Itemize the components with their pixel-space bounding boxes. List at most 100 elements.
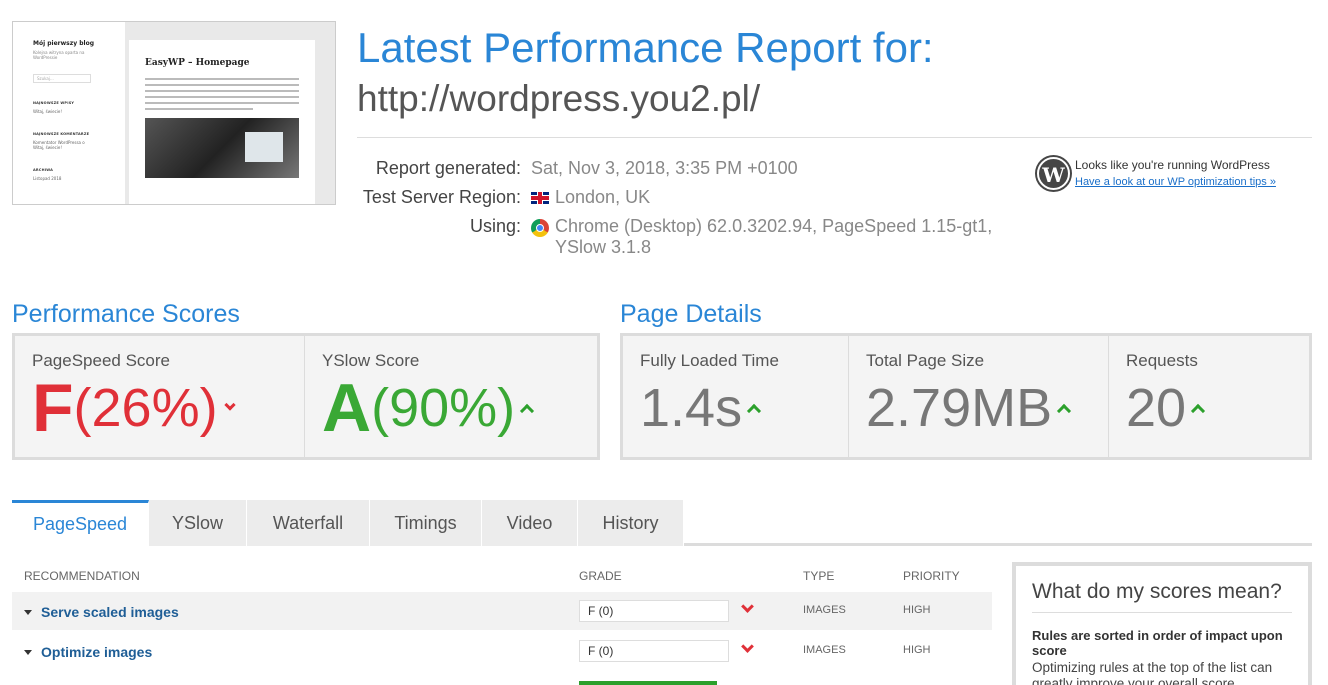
scores-explainer-title: What do my scores mean? — [1032, 580, 1292, 613]
using-label: Using: — [469, 216, 521, 236]
report-url: http://wordpress.you2.pl/ — [357, 78, 761, 119]
thumbnail-text-line — [145, 96, 299, 98]
requests: 20 — [1126, 375, 1309, 441]
grade-bar-green — [579, 681, 717, 685]
trend-up-icon — [747, 403, 762, 419]
requests-label: Requests — [1126, 351, 1198, 370]
page-size: 2.79MB — [866, 375, 1108, 441]
thumbnail-widget-text: Komentator WordPressa o Witaj, świecie! — [33, 140, 85, 150]
using-value-wrap: Chrome (Desktop) 62.0.3202.94, PageSpeed… — [531, 216, 1007, 258]
thumbnail-page-title: EasyWP – Homepage — [145, 58, 250, 68]
chevron-down-icon — [741, 640, 754, 653]
thumbnail-widget-text: Listopad 2018 — [33, 176, 62, 181]
region-label: Test Server Region: — [362, 187, 521, 207]
report-meta: Report generated: Sat, Nov 3, 2018, 3:35… — [357, 158, 1007, 266]
thumbnail-blog-tagline: Kolejna witryna oparta na WordPressie — [33, 50, 85, 60]
thumbnail-sidebar: Mój pierwszy blog Kolejna witryna oparta… — [13, 22, 125, 204]
yslow-score-cell: YSlow Score A (90%) — [305, 336, 597, 457]
requests-cell: Requests 20 — [1109, 336, 1309, 457]
thumbnail-widget-heading: NAJNOWSZE WPISY — [33, 101, 75, 105]
wordpress-notice-text: Looks like you're running WordPress — [1075, 158, 1270, 172]
report-title: Latest Performance Report for: — [357, 24, 934, 71]
header-divider — [357, 137, 1312, 138]
tab-waterfall[interactable]: Waterfall — [247, 500, 370, 546]
trend-up-icon — [1057, 403, 1072, 419]
thumbnail-text-line — [145, 108, 253, 110]
fully-loaded-cell: Fully Loaded Time 1.4s — [623, 336, 849, 457]
pagespeed-score-cell: PageSpeed Score F (26%) — [15, 336, 305, 457]
scores-explainer-inner: What do my scores mean? Rules are sorted… — [1016, 566, 1308, 685]
meta-row-using: Using: Chrome (Desktop) 62.0.3202.94, Pa… — [357, 216, 1007, 258]
generated-value: Sat, Nov 3, 2018, 3:35 PM +0100 — [531, 158, 798, 178]
recommendation-priority: HIGH — [903, 644, 931, 656]
scores-explainer-panel: What do my scores mean? Rules are sorted… — [1012, 562, 1312, 685]
page-screenshot-thumbnail: Mój pierwszy blog Kolejna witryna oparta… — [12, 21, 336, 205]
thumbnail-featured-image — [145, 118, 299, 178]
recommendation-type: IMAGES — [803, 604, 846, 616]
column-priority[interactable]: PRIORITY — [903, 569, 960, 583]
performance-scores-inner: PageSpeed Score F (26%) YSlow Score A (9… — [15, 336, 597, 457]
column-type[interactable]: TYPE — [803, 569, 834, 583]
thumbnail-widget-heading: NAJNOWSZE KOMENTARZE — [33, 132, 90, 136]
grade-bar: F (0) — [579, 640, 729, 662]
thumbnail-search-box: Szukaj... — [33, 74, 91, 83]
scores-explainer-text: Optimizing rules at the top of the list … — [1032, 660, 1273, 685]
thumbnail-text-line — [145, 90, 299, 92]
thumbnail-text-line — [145, 84, 299, 86]
trend-up-icon — [520, 403, 535, 419]
yslow-score: A (90%) — [322, 370, 597, 446]
table-row[interactable]: Serve scaled images F (0) IMAGES HIGH — [12, 592, 992, 630]
tab-yslow[interactable]: YSlow — [149, 500, 247, 546]
page-size-cell: Total Page Size 2.79MB — [849, 336, 1109, 457]
using-value: Chrome (Desktop) 62.0.3202.94, PageSpeed… — [555, 216, 993, 257]
meta-row-generated: Report generated: Sat, Nov 3, 2018, 3:35… — [357, 158, 1007, 179]
region-value-wrap: London, UK — [531, 187, 1007, 208]
page-details-inner: Fully Loaded Time 1.4s Total Page Size 2… — [623, 336, 1309, 457]
tab-pagespeed[interactable]: PageSpeed — [12, 500, 149, 546]
pagespeed-score: F (26%) — [32, 370, 304, 446]
yslow-grade: A — [322, 370, 372, 446]
generated-label: Report generated: — [375, 158, 521, 178]
wp-optimization-tips-link[interactable]: Have a look at our WP optimization tips … — [1075, 176, 1276, 188]
page-size-value: 2.79MB — [866, 378, 1053, 438]
recommendation-name[interactable]: Optimize images — [24, 644, 152, 660]
fully-loaded-value: 1.4s — [640, 378, 743, 438]
uk-flag-icon — [531, 192, 549, 204]
wordpress-notice-text-wrap: Looks like you're running WordPress Have… — [1075, 157, 1276, 190]
column-grade[interactable]: GRADE — [579, 569, 622, 583]
thumbnail-text-line — [145, 102, 299, 104]
report-tabs: PageSpeed YSlow Waterfall Timings Video … — [12, 500, 684, 546]
fully-loaded-label: Fully Loaded Time — [640, 351, 779, 370]
page-size-label: Total Page Size — [866, 351, 985, 370]
tab-timings[interactable]: Timings — [370, 500, 482, 546]
chevron-down-icon — [741, 600, 754, 613]
wordpress-notice: W Looks like you're running WordPress Ha… — [1037, 157, 1276, 190]
recommendation-name[interactable]: Serve scaled images — [24, 604, 179, 620]
chrome-icon — [531, 219, 549, 237]
performance-scores-heading: Performance Scores — [12, 300, 240, 328]
grade-bar: F (0) — [579, 600, 729, 622]
recommendation-priority: HIGH — [903, 604, 931, 616]
table-row[interactable]: Optimize images F (0) IMAGES HIGH — [12, 632, 992, 670]
column-recommendation[interactable]: RECOMMENDATION — [24, 569, 140, 583]
fully-loaded: 1.4s — [640, 375, 848, 441]
region-value: London, UK — [555, 187, 651, 207]
recommendation-type: IMAGES — [803, 644, 846, 656]
thumbnail-widget-heading: ARCHIWA — [33, 168, 54, 172]
thumbnail-blog-title: Mój pierwszy blog — [33, 40, 94, 47]
yslow-score-label: YSlow Score — [322, 351, 420, 370]
wordpress-logo-icon: W — [1037, 157, 1070, 190]
yslow-percent: (90%) — [371, 378, 516, 438]
tab-video[interactable]: Video — [482, 500, 578, 546]
trend-up-icon — [1191, 403, 1206, 419]
requests-value: 20 — [1126, 378, 1187, 438]
meta-row-region: Test Server Region: London, UK — [357, 187, 1007, 208]
thumbnail-widget-text: Witaj, świecie! — [33, 109, 62, 114]
tab-history[interactable]: History — [578, 500, 684, 546]
pagespeed-percent: (26%) — [73, 378, 218, 438]
performance-scores-panel: PageSpeed Score F (26%) YSlow Score A (9… — [12, 333, 600, 460]
page-details-heading: Page Details — [620, 300, 762, 328]
trend-down-icon — [223, 399, 236, 411]
scores-explainer-bold: Rules are sorted in order of impact upon… — [1032, 628, 1283, 658]
pagespeed-grade: F — [32, 370, 74, 446]
